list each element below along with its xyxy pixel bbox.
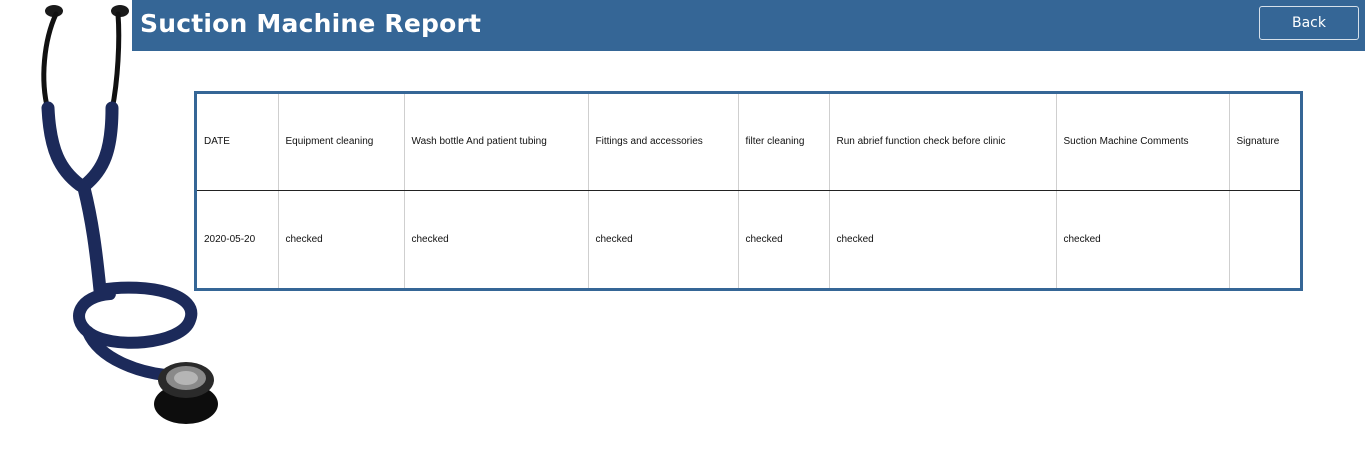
column-header: Wash bottle And patient tubing: [403, 94, 588, 191]
column-header: Equipment cleaning: [277, 94, 404, 191]
report-table-container: DATE Equipment cleaning Wash bottle And …: [194, 91, 1303, 291]
page: Suction Machine Report Back DATE Equipme…: [0, 0, 1365, 467]
column-header: filter cleaning: [737, 94, 829, 191]
column-header: Signature: [1228, 94, 1300, 191]
header-bar: Suction Machine Report Back: [132, 0, 1365, 51]
back-button[interactable]: Back: [1259, 6, 1359, 40]
table-cell: checked: [403, 190, 588, 288]
table-header-row: DATE Equipment cleaning Wash bottle And …: [197, 94, 1300, 191]
table-cell: 2020-05-20: [204, 233, 256, 245]
column-header: DATE: [197, 94, 278, 191]
page-title: Suction Machine Report: [140, 9, 482, 38]
table-cell: checked: [737, 190, 829, 288]
table-cell: checked: [277, 190, 404, 288]
column-header: Fittings and accessories: [587, 94, 738, 191]
table-cell: checked: [828, 190, 1056, 288]
report-table: DATE Equipment cleaning Wash bottle And …: [197, 94, 1300, 288]
column-header: Suction Machine Comments: [1055, 94, 1229, 191]
column-header: Run abrief function check before clinic: [828, 94, 1056, 191]
table-cell: checked: [587, 190, 738, 288]
table-row: 2020-05-20 checked checked checked check…: [197, 190, 1300, 288]
table-cell: [1228, 190, 1300, 288]
table-cell: checked: [1055, 190, 1229, 288]
